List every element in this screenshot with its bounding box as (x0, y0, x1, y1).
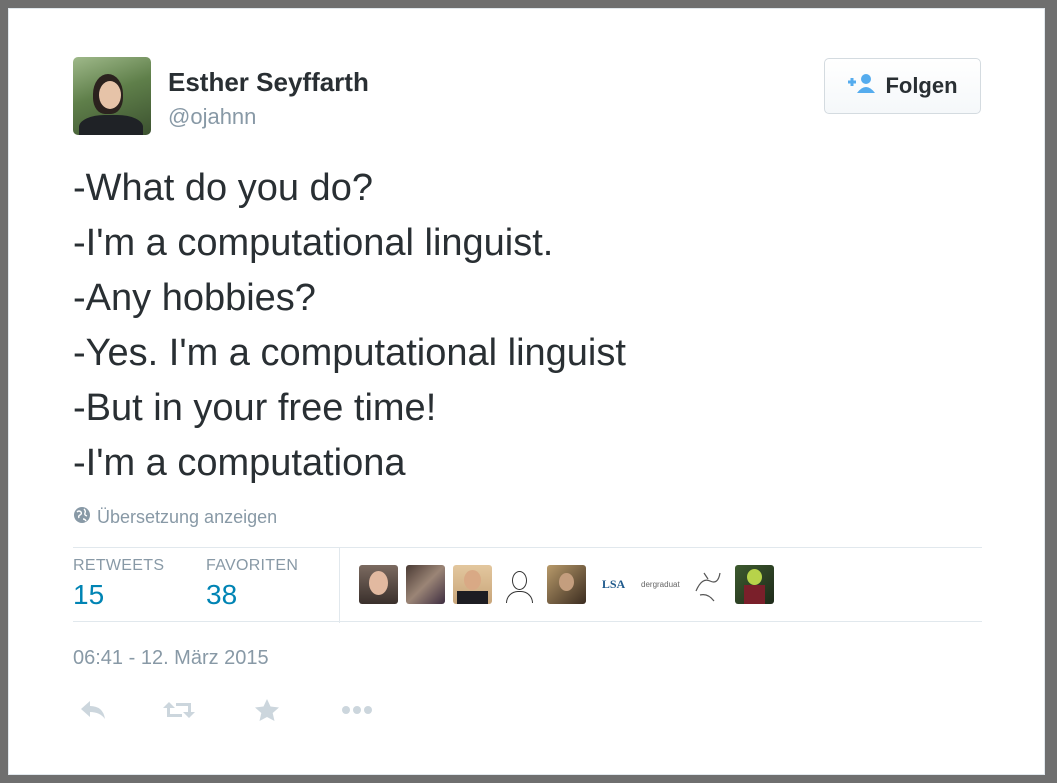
retweets-count[interactable]: 15 (73, 579, 104, 611)
divider (73, 547, 982, 548)
tweet-line: -But in your free time! (73, 387, 437, 429)
retweet-icon[interactable] (159, 694, 199, 726)
favoriter-avatar-1[interactable] (359, 565, 398, 604)
favorites-count[interactable]: 38 (206, 579, 237, 611)
tweet-line: -Any hobbies? (73, 277, 316, 319)
globe-icon (73, 506, 91, 529)
tweet-line: -I'm a computationa (73, 442, 406, 484)
favorite-star-icon[interactable] (247, 694, 287, 726)
favoriter-avatar-7[interactable]: dergraduat (641, 565, 680, 604)
more-icon[interactable] (337, 694, 377, 726)
tweet-text: -What do you do? -I'm a computational li… (73, 161, 973, 491)
favoriter-avatar-3[interactable] (453, 565, 492, 604)
favoriters-list: LSA dergraduat (359, 565, 774, 604)
favoriter-avatar-4[interactable] (500, 565, 539, 604)
tweet-line: -Yes. I'm a computational linguist (73, 332, 626, 374)
user-avatar[interactable] (73, 57, 151, 135)
tweet-line: -I'm a computational linguist. (73, 222, 554, 264)
favoriter-avatar-6[interactable]: LSA (594, 565, 633, 604)
divider (73, 621, 982, 622)
stats-divider (339, 547, 340, 623)
translation-label: Übersetzung anzeigen (97, 507, 278, 527)
tweet-card: Esther Seyffarth @ojahnn Folgen -What do… (8, 8, 1045, 775)
tweet-timestamp[interactable]: 06:41 - 12. März 2015 (73, 647, 269, 670)
favoriter-avatar-5[interactable] (547, 565, 586, 604)
add-user-icon (847, 73, 877, 100)
user-name[interactable]: Esther Seyffarth (168, 67, 369, 98)
show-translation-link[interactable]: Übersetzung anzeigen (73, 506, 277, 529)
favoriter-avatar-2[interactable] (406, 565, 445, 604)
favoriter-avatar-9[interactable] (735, 565, 774, 604)
user-handle[interactable]: @ojahnn (168, 104, 256, 130)
follow-button-label: Folgen (885, 73, 958, 98)
favorites-label: FAVORITEN (206, 557, 299, 574)
reply-icon[interactable] (73, 694, 113, 726)
retweets-label: RETWEETS (73, 557, 165, 574)
favoriter-avatar-8[interactable] (688, 565, 727, 604)
follow-button[interactable]: Folgen (824, 58, 981, 114)
tweet-line: -What do you do? (73, 167, 373, 209)
